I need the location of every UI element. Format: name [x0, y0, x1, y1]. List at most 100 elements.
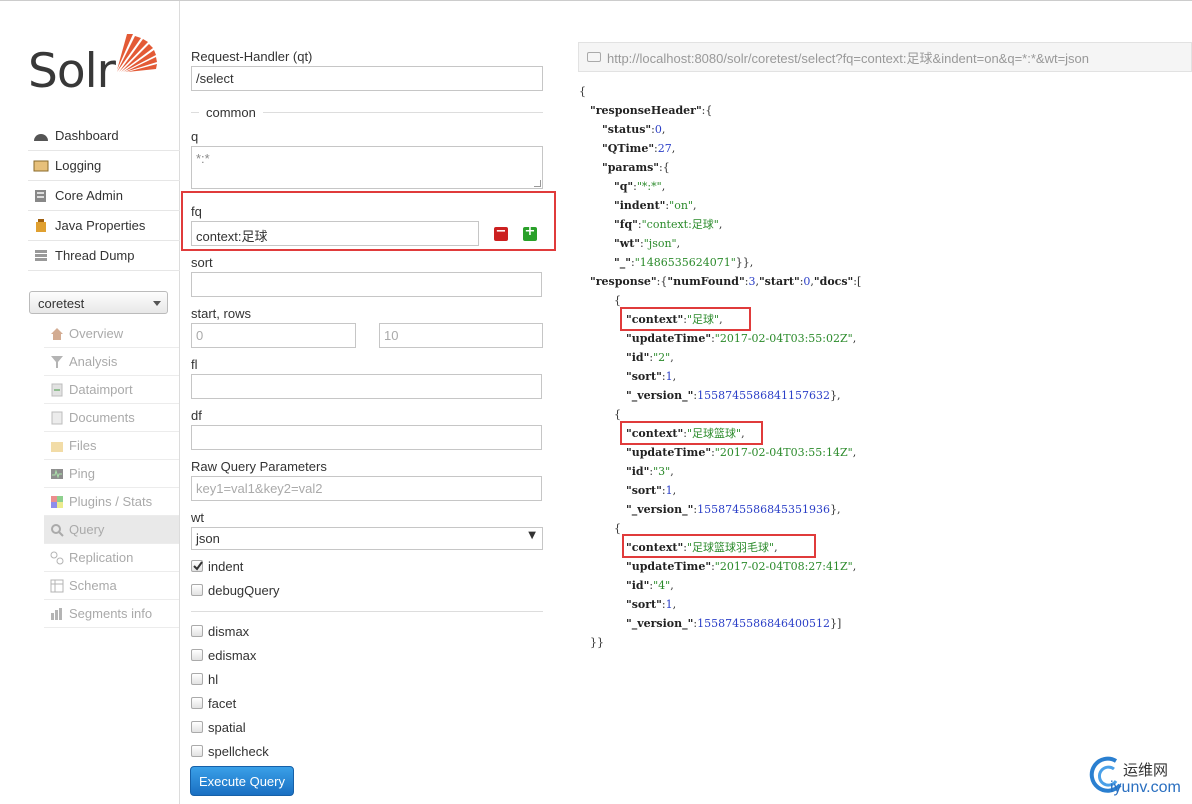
- rows-input[interactable]: 10: [379, 323, 543, 348]
- context-highlight-box: [622, 534, 816, 558]
- json-line: "id":"3",: [626, 465, 674, 478]
- q-textarea[interactable]: *:*: [191, 146, 543, 189]
- json-line: "q":"*:*",: [614, 180, 666, 193]
- nav-logging[interactable]: Logging: [28, 151, 180, 181]
- resize-handle[interactable]: [534, 180, 541, 187]
- nav-java-properties[interactable]: Java Properties: [28, 211, 180, 241]
- df-input[interactable]: [191, 425, 542, 450]
- nav-thread-dump[interactable]: Thread Dump: [28, 241, 180, 271]
- solr-logo[interactable]: Solr: [28, 28, 168, 100]
- nav-label: Java Properties: [55, 218, 146, 233]
- json-line: "_version_":1558745586845351936},: [626, 503, 841, 516]
- core-nav-label: Overview: [69, 326, 124, 341]
- sort-input[interactable]: [191, 272, 542, 297]
- json-line: "sort":1,: [626, 370, 677, 383]
- spatial-checkbox[interactable]: [191, 721, 203, 733]
- facet-checkbox[interactable]: [191, 697, 203, 709]
- request-handler-input[interactable]: /select: [191, 66, 543, 91]
- raw-query-label: Raw Query Parameters: [191, 459, 327, 474]
- core-nav-label: Replication: [69, 550, 134, 565]
- core-nav-plugins-stats[interactable]: Plugins / Stats: [44, 488, 179, 516]
- core-selector-value: coretest: [38, 296, 85, 311]
- schema-icon: [50, 579, 64, 593]
- fl-input[interactable]: [191, 374, 542, 399]
- fq-input[interactable]: context:足球: [191, 221, 479, 246]
- wt-select[interactable]: json ▼: [191, 527, 543, 550]
- core-nav-files[interactable]: Files: [44, 432, 179, 460]
- json-line: "id":"2",: [626, 351, 674, 364]
- minus-icon: −: [495, 224, 507, 239]
- request-url[interactable]: http://localhost:8080/solr/coretest/sele…: [607, 48, 1089, 67]
- core-nav-schema[interactable]: Schema: [44, 572, 179, 600]
- core-nav-label: Documents: [69, 410, 135, 425]
- json-line: "updateTime":"2017-02-04T03:55:14Z",: [626, 446, 857, 459]
- core-nav-label: Plugins / Stats: [69, 494, 153, 509]
- raw-query-input[interactable]: key1=val1&key2=val2: [191, 476, 542, 501]
- nav-core-admin[interactable]: Core Admin: [28, 181, 180, 211]
- core-nav-analysis[interactable]: Analysis: [44, 348, 179, 376]
- nav-label: Core Admin: [55, 188, 123, 203]
- json-line: "status":0,: [602, 123, 666, 136]
- checkmark-icon: [193, 561, 203, 571]
- dismax-checkbox[interactable]: [191, 625, 203, 637]
- core-nav-replication[interactable]: Replication: [44, 544, 179, 572]
- segments-icon: [50, 607, 64, 621]
- hl-checkbox[interactable]: [191, 673, 203, 685]
- folder-icon: [50, 439, 64, 453]
- core-nav-segments-info[interactable]: Segments info: [44, 600, 179, 628]
- request-url-bar[interactable]: http://localhost:8080/solr/coretest/sele…: [578, 42, 1192, 72]
- json-line: "id":"4",: [626, 579, 674, 592]
- core-nav-label: Dataimport: [69, 382, 133, 397]
- core-nav-query[interactable]: Query: [44, 516, 179, 544]
- request-handler-label: Request-Handler (qt): [191, 49, 313, 64]
- context-highlight-box: [620, 307, 751, 331]
- json-line: "indent":"on",: [614, 199, 697, 212]
- core-nav-label: Files: [69, 438, 97, 453]
- funnel-icon: [50, 355, 64, 369]
- q-label: q: [191, 129, 199, 144]
- core-nav-dataimport[interactable]: Dataimport: [44, 376, 179, 404]
- dismax-label: dismax: [208, 624, 250, 639]
- logo-text: Solr: [28, 44, 116, 99]
- json-line: "sort":1,: [626, 598, 677, 611]
- core-admin-icon: [33, 189, 49, 203]
- thread-dump-icon: [33, 249, 49, 263]
- spatial-label: spatial: [208, 720, 246, 735]
- watermark-cn: 运维网: [1123, 762, 1169, 779]
- indent-label: indent: [208, 559, 244, 574]
- json-line: "updateTime":"2017-02-04T08:27:41Z",: [626, 560, 857, 573]
- plugins-icon: [50, 495, 64, 509]
- fl-label: fl: [191, 357, 198, 372]
- core-nav-documents[interactable]: Documents: [44, 404, 179, 432]
- debugquery-checkbox[interactable]: [191, 584, 203, 596]
- json-line: "params":{: [602, 161, 670, 174]
- spellcheck-checkbox[interactable]: [191, 745, 203, 757]
- nav-label: Logging: [55, 158, 102, 173]
- core-selector[interactable]: coretest: [29, 291, 168, 314]
- query-icon: [50, 523, 64, 537]
- remove-fq-button[interactable]: −: [494, 224, 508, 241]
- documents-icon: [50, 411, 64, 425]
- wt-label: wt: [191, 510, 204, 525]
- json-line: "response":{"numFound":3,"start":0,"docs…: [590, 275, 862, 288]
- add-fq-button[interactable]: +: [523, 224, 537, 241]
- core-nav-ping[interactable]: Ping: [44, 460, 179, 488]
- core-nav-label: Analysis: [69, 354, 118, 369]
- wt-select-value: json: [196, 531, 220, 546]
- watermark: 运维网 iyunv.com: [1086, 755, 1192, 801]
- json-line: "_version_":1558745586841157632},: [626, 389, 841, 402]
- json-line: "responseHeader":{: [590, 104, 713, 117]
- chevron-down-icon: [153, 301, 161, 306]
- core-nav-overview[interactable]: Overview: [44, 320, 179, 348]
- core-nav-label: Schema: [69, 578, 117, 593]
- context-highlight-box: [620, 421, 763, 445]
- execute-query-button[interactable]: Execute Query: [190, 766, 294, 796]
- json-line: "_":"1486535624071"}},: [614, 256, 754, 269]
- core-nav-label: Query: [69, 522, 105, 537]
- nav-dashboard[interactable]: Dashboard: [28, 121, 180, 151]
- indent-checkbox[interactable]: [191, 560, 203, 572]
- json-line: "updateTime":"2017-02-04T03:55:02Z",: [626, 332, 857, 345]
- edismax-checkbox[interactable]: [191, 649, 203, 661]
- start-input[interactable]: 0: [191, 323, 356, 348]
- home-icon: [50, 327, 64, 341]
